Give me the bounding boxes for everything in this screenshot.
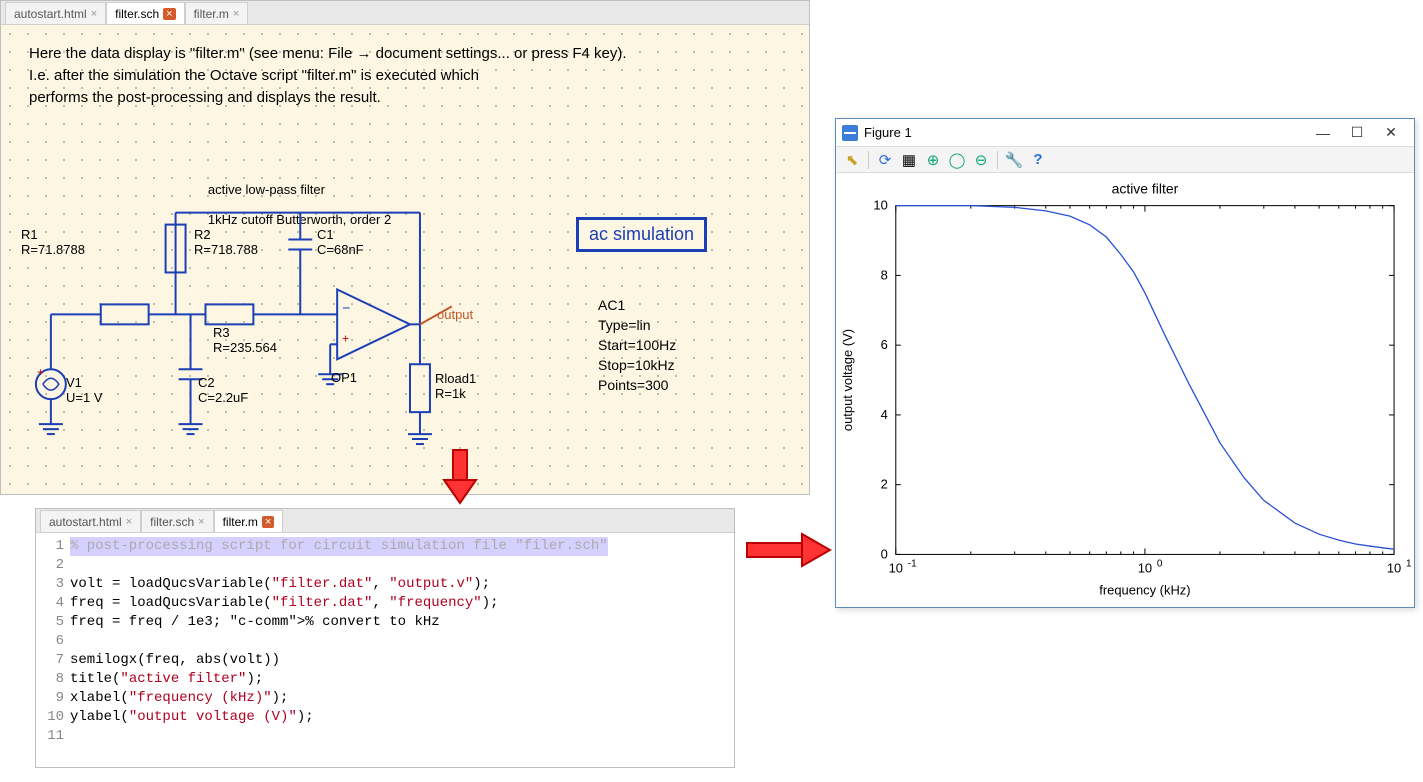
- label-R2: R2R=718.788: [194, 227, 258, 257]
- svg-text:frequency (kHz): frequency (kHz): [1099, 582, 1190, 597]
- tool-pointer-icon[interactable]: ⬉: [842, 150, 862, 170]
- figure-app-icon: [842, 125, 858, 141]
- minimize-button[interactable]: —: [1306, 122, 1340, 144]
- figure-titlebar[interactable]: Figure 1 — ☐ ✕: [836, 119, 1414, 147]
- tab-close-icon[interactable]: ×: [91, 8, 97, 20]
- label-OP1: OP1: [331, 370, 357, 385]
- figure-window: Figure 1 — ☐ ✕ ⬉ ⟳ ▦ ⊕ ◯ ⊖ 🔧 ? 024681010…: [835, 118, 1415, 608]
- code-line[interactable]: 5freq = freq / 1e3; "c-comm">% convert t…: [36, 613, 734, 632]
- tab-autostart-html[interactable]: autostart.html×: [40, 510, 141, 532]
- svg-text:10: 10: [1387, 560, 1401, 575]
- label-output: output: [437, 307, 473, 322]
- svg-text:1: 1: [1406, 558, 1412, 569]
- tab-close-icon[interactable]: ×: [198, 516, 204, 528]
- tool-refresh-icon[interactable]: ⟳: [875, 150, 895, 170]
- svg-text:8: 8: [881, 267, 888, 282]
- tool-settings-icon[interactable]: 🔧: [1004, 150, 1024, 170]
- tab-filter-sch[interactable]: filter.sch×: [106, 2, 184, 24]
- tabstrip-bottom: autostart.html×filter.sch×filter.m×: [36, 509, 734, 533]
- tool-zoom-out-icon[interactable]: ⊖: [971, 150, 991, 170]
- svg-text:4: 4: [881, 407, 888, 422]
- svg-text:active filter: active filter: [1112, 181, 1179, 197]
- tab-filter-sch[interactable]: filter.sch×: [141, 510, 213, 532]
- tool-zoom-in-icon[interactable]: ⊕: [923, 150, 943, 170]
- svg-text:6: 6: [881, 337, 888, 352]
- schematic-panel: autostart.html×filter.sch×filter.m× Here…: [0, 0, 810, 495]
- tab-filter-m[interactable]: filter.m×: [185, 2, 249, 24]
- svg-text:2: 2: [881, 477, 888, 492]
- label-V1: V1U=1 V: [66, 375, 103, 405]
- tab-close-icon[interactable]: ×: [233, 8, 239, 20]
- svg-text:-1: -1: [908, 558, 917, 569]
- svg-text:−: −: [342, 299, 350, 315]
- schematic-svg: + + −: [1, 25, 809, 494]
- code-line[interactable]: 2: [36, 556, 734, 575]
- maximize-button[interactable]: ☐: [1340, 122, 1374, 144]
- ac-params: AC1 Type=lin Start=100Hz Stop=10kHz Poin…: [598, 295, 676, 395]
- tool-grid-icon[interactable]: ▦: [899, 150, 919, 170]
- label-R1: R1R=71.8788: [21, 227, 85, 257]
- code-line[interactable]: 4freq = loadQucsVariable("filter.dat", "…: [36, 594, 734, 613]
- svg-text:+: +: [37, 365, 44, 379]
- code-editor-panel: autostart.html×filter.sch×filter.m× 1% p…: [35, 508, 735, 768]
- tab-autostart-html[interactable]: autostart.html×: [5, 2, 106, 24]
- tab-close-icon[interactable]: ×: [126, 516, 132, 528]
- svg-text:10: 10: [1138, 560, 1152, 575]
- label-C2: C2C=2.2uF: [198, 375, 248, 405]
- code-editor[interactable]: 1% post-processing script for circuit si…: [36, 533, 734, 750]
- figure-toolbar: ⬉ ⟳ ▦ ⊕ ◯ ⊖ 🔧 ?: [836, 147, 1414, 173]
- code-line[interactable]: 11: [36, 727, 734, 746]
- code-line[interactable]: 1% post-processing script for circuit si…: [36, 537, 734, 556]
- tab-close-icon[interactable]: ×: [262, 516, 274, 528]
- tab-close-icon[interactable]: ×: [163, 8, 175, 20]
- tab-filter-m[interactable]: filter.m×: [214, 510, 284, 532]
- tabstrip-top: autostart.html×filter.sch×filter.m×: [1, 1, 809, 25]
- label-Rload1: Rload1R=1k: [435, 371, 476, 401]
- code-line[interactable]: 9xlabel("frequency (kHz)");: [36, 689, 734, 708]
- ac-simulation-box[interactable]: ac simulation: [576, 217, 707, 252]
- arrow-right-icon: [745, 530, 835, 573]
- code-line[interactable]: 6: [36, 632, 734, 651]
- label-R3: R3R=235.564: [213, 325, 277, 355]
- schematic-canvas[interactable]: Here the data display is "filter.m" (see…: [1, 25, 809, 494]
- label-C1: C1C=68nF: [317, 227, 364, 257]
- tool-zoom-icon[interactable]: ◯: [947, 150, 967, 170]
- code-line[interactable]: 10ylabel("output voltage (V)");: [36, 708, 734, 727]
- close-button[interactable]: ✕: [1374, 122, 1408, 144]
- code-line[interactable]: 3volt = loadQucsVariable("filter.dat", "…: [36, 575, 734, 594]
- svg-text:0: 0: [1157, 558, 1163, 569]
- code-line[interactable]: 7semilogx(freq, abs(volt)): [36, 651, 734, 670]
- tool-help-icon[interactable]: ?: [1028, 150, 1048, 170]
- figure-title-text: Figure 1: [864, 125, 912, 140]
- svg-text:0: 0: [881, 546, 888, 561]
- svg-text:+: +: [342, 331, 349, 345]
- svg-text:10: 10: [873, 198, 887, 213]
- arrow-down-icon: [440, 448, 480, 511]
- plot-area[interactable]: 024681010-1100101active filterfrequency …: [836, 173, 1414, 607]
- code-line[interactable]: 8title("active filter");: [36, 670, 734, 689]
- svg-text:10: 10: [889, 560, 903, 575]
- svg-text:output voltage (V): output voltage (V): [840, 329, 855, 431]
